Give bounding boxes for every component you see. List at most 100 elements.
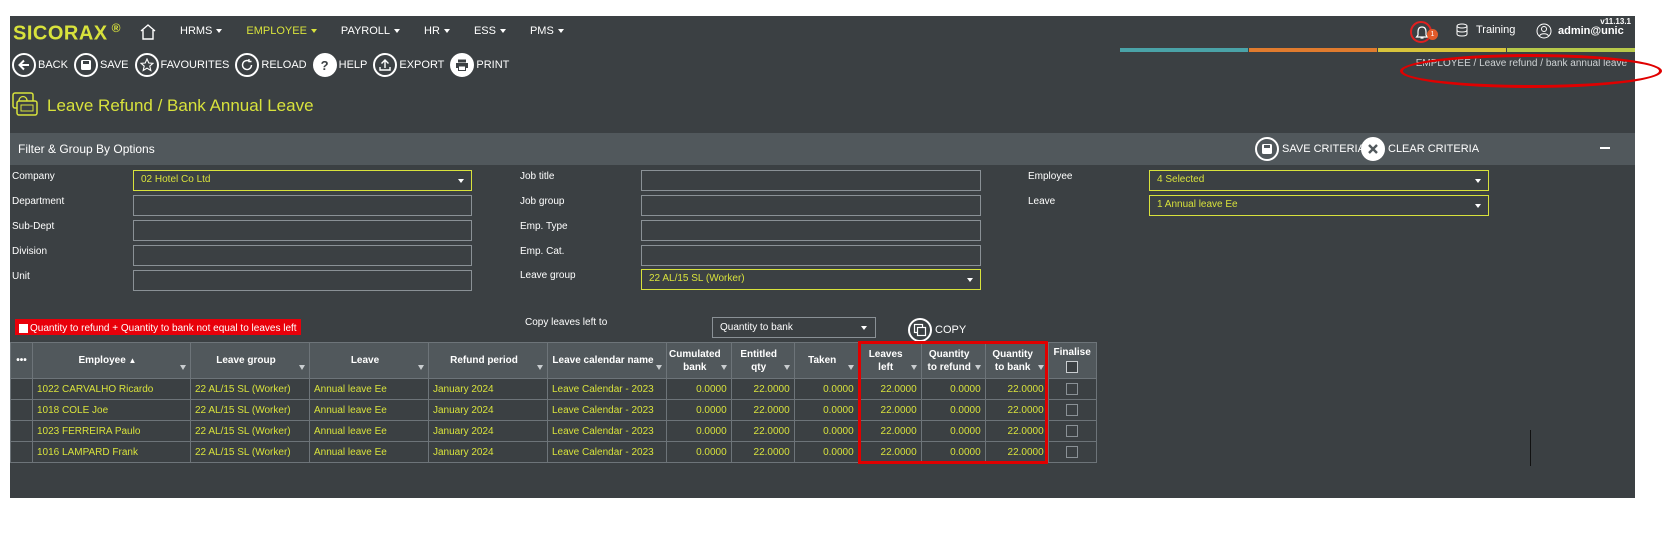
- emp-cat-input[interactable]: [641, 245, 981, 266]
- grid-menu-button[interactable]: •••: [10, 342, 33, 379]
- menu-label: PAYROLL: [340, 25, 391, 37]
- division-label: Division: [12, 246, 48, 257]
- filter-icon[interactable]: [783, 365, 790, 370]
- export-button[interactable]: EXPORT: [373, 53, 444, 77]
- color-bars: [1120, 48, 1636, 52]
- home-icon[interactable]: [138, 22, 158, 42]
- col-finalise[interactable]: Finalise: [1047, 342, 1097, 379]
- color-bar: [1249, 48, 1377, 52]
- department-input[interactable]: [133, 195, 472, 216]
- col-taken[interactable]: Taken: [793, 342, 859, 379]
- copy-button[interactable]: COPY: [908, 318, 966, 342]
- sub-dept-input[interactable]: [133, 220, 472, 241]
- employee-value: 4 Selected: [1157, 174, 1205, 185]
- col-leave[interactable]: Leave: [309, 342, 429, 379]
- col-label-2: qty: [751, 361, 767, 373]
- unit-input[interactable]: [133, 270, 472, 291]
- menu-label: EMPLOYEE: [246, 25, 307, 37]
- finalise-checkbox[interactable]: [1066, 425, 1079, 437]
- help-label: HELP: [338, 59, 368, 71]
- col-leave-group[interactable]: Leave group: [190, 342, 310, 379]
- logo-mark: ®: [111, 21, 121, 35]
- toolbar: BACK SAVE FAVOURITES RELOAD ? HELP EXPORT…: [12, 53, 515, 77]
- reload-icon: [235, 53, 260, 77]
- clear-criteria-button[interactable]: CLEAR CRITERIA: [1361, 137, 1479, 161]
- user-menu[interactable]: admin@unic: [1536, 23, 1624, 39]
- table-cell: 1023 FERREIRA Paulo: [32, 420, 191, 442]
- menu-ess[interactable]: ESS: [474, 25, 506, 37]
- filter-icon[interactable]: [418, 365, 424, 370]
- menu-employee[interactable]: EMPLOYEE: [246, 25, 317, 37]
- company-select[interactable]: 02 Hotel Co Ltd: [133, 170, 472, 191]
- notification-badge: 1: [1427, 29, 1438, 40]
- table-cell: 1018 COLE Joe: [32, 399, 191, 421]
- app-window: SICORAX ® HRMS EMPLOYEE PAYROLL HR ESS PM…: [10, 16, 1662, 498]
- filter-icon[interactable]: [299, 365, 305, 370]
- job-group-input[interactable]: [641, 195, 981, 216]
- emp-type-input[interactable]: [641, 220, 981, 241]
- employee-select[interactable]: 4 Selected: [1149, 170, 1489, 191]
- division-input[interactable]: [133, 245, 472, 266]
- menu-hrms[interactable]: HRMS: [180, 25, 223, 37]
- menu-hr[interactable]: HR: [424, 25, 450, 37]
- company-value: 02 Hotel Co Ltd: [141, 174, 211, 185]
- back-button[interactable]: BACK: [12, 53, 68, 77]
- upload-icon: [373, 53, 398, 77]
- copy-to-select[interactable]: Quantity to bank: [712, 317, 876, 338]
- col-refund-period[interactable]: Refund period: [428, 342, 548, 379]
- menu-pms[interactable]: PMS: [530, 25, 564, 37]
- table-cell: January 2024: [428, 399, 548, 421]
- leave-select[interactable]: 1 Annual leave Ee: [1149, 195, 1489, 216]
- table-cell: 0.0000: [666, 378, 732, 400]
- filter-icon[interactable]: [720, 365, 727, 370]
- menu-payroll[interactable]: PAYROLL: [340, 25, 401, 37]
- warning-checkbox-label[interactable]: Quantity to refund + Quantity to bank no…: [15, 319, 301, 335]
- table-cell: 22 AL/15 SL (Worker): [190, 378, 310, 400]
- col-employee[interactable]: Employee ▲: [32, 342, 191, 379]
- table-cell: 22 AL/15 SL (Worker): [190, 399, 310, 421]
- print-button[interactable]: PRINT: [450, 53, 509, 77]
- table-cell: January 2024: [428, 378, 548, 400]
- finalise-cell: [1047, 399, 1097, 421]
- filter-panel-header[interactable]: Filter & Group By Options SAVE CRITERIA …: [10, 133, 1635, 165]
- col-label: Refund period: [450, 355, 518, 366]
- col-cumulated-bank[interactable]: Cumulated bank: [666, 342, 732, 379]
- finalise-cell: [1047, 441, 1097, 463]
- save-button[interactable]: SAVE: [73, 53, 129, 77]
- user-icon: [1536, 23, 1552, 39]
- col-leave-calendar[interactable]: Leave calendar name: [547, 342, 667, 379]
- copy-to-value: Quantity to bank: [720, 322, 793, 333]
- row-handle: [10, 441, 33, 463]
- print-label: PRINT: [476, 59, 510, 71]
- table-cell: Annual leave Ee: [309, 378, 429, 400]
- select-all-checkbox[interactable]: [1066, 361, 1079, 373]
- collapse-icon[interactable]: [1600, 147, 1610, 149]
- filter-icon[interactable]: [656, 365, 662, 370]
- training-button[interactable]: Training: [1456, 23, 1515, 37]
- filter-icon[interactable]: [180, 365, 186, 370]
- leave-group-select[interactable]: 22 AL/15 SL (Worker): [641, 269, 981, 290]
- filter-icon[interactable]: [847, 365, 854, 370]
- finalise-checkbox[interactable]: [1066, 404, 1079, 416]
- training-label: Training: [1476, 24, 1516, 36]
- warning-checkbox[interactable]: [19, 323, 28, 333]
- table-cell: 22.0000: [730, 441, 795, 463]
- table-cell: 22.0000: [730, 399, 795, 421]
- save-criteria-button[interactable]: SAVE CRITERIA: [1255, 137, 1365, 161]
- finalise-cell: [1047, 420, 1097, 442]
- filter-icon[interactable]: [537, 365, 543, 370]
- job-title-input[interactable]: [641, 170, 981, 191]
- logo[interactable]: SICORAX ®: [13, 21, 121, 46]
- leave-group-value: 22 AL/15 SL (Worker): [649, 273, 745, 284]
- finalise-checkbox[interactable]: [1066, 446, 1079, 458]
- help-button[interactable]: ? HELP: [312, 53, 368, 77]
- finalise-cell: [1047, 378, 1097, 400]
- favourites-button[interactable]: FAVOURITES: [134, 53, 229, 77]
- finalise-checkbox[interactable]: [1066, 383, 1079, 395]
- col-entitled-qty[interactable]: Entitled qty: [730, 342, 795, 379]
- table-cell: 1022 CARVALHO Ricardo: [32, 378, 191, 400]
- table-cell: Annual leave Ee: [309, 399, 429, 421]
- table-cell: January 2024: [428, 441, 548, 463]
- chevron-down-icon: [861, 326, 867, 330]
- reload-button[interactable]: RELOAD: [235, 53, 307, 77]
